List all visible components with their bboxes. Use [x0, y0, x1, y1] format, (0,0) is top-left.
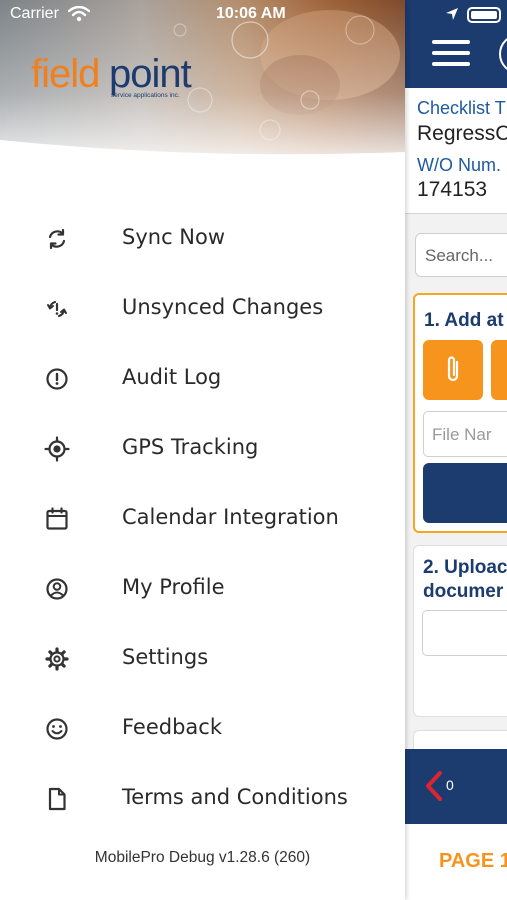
battery-icon — [467, 7, 501, 23]
app-footer: 0 — [405, 749, 507, 824]
checklist-label: Checklist T — [417, 98, 506, 118]
page-label[interactable]: PAGE 1 — [439, 850, 507, 873]
attach-photo-button[interactable] — [491, 340, 507, 400]
work-order-label: W/O Num. — [417, 155, 501, 175]
card-2-title: 2. Uploac documer — [423, 556, 507, 604]
upload-button[interactable] — [423, 463, 507, 523]
document-input[interactable] — [422, 610, 507, 656]
unsynced-icon — [47, 300, 67, 318]
work-order-value: 174153 — [417, 178, 488, 201]
menu-item-audit-log[interactable]: Audit Log — [0, 343, 405, 413]
menu-item-sync-now[interactable]: Sync Now — [0, 203, 405, 273]
menu-item-label: Settings — [122, 645, 209, 669]
status-bar: Carrier 10:06 AM — [8, 4, 308, 26]
checklist-value: RegressC — [417, 122, 507, 145]
carrier-label: Carrier — [10, 5, 59, 22]
card-2-title-line-2: documer — [423, 581, 504, 602]
header-action-button[interactable] — [499, 34, 507, 74]
calendar-icon — [46, 507, 68, 530]
logo-text-point: point — [109, 52, 192, 96]
menu-item-label: My Profile — [122, 575, 225, 599]
search-input[interactable]: Search... — [415, 233, 507, 277]
sync-icon — [48, 228, 66, 250]
menu-item-unsynced-changes[interactable]: Unsynced Changes — [0, 273, 405, 343]
menu-item-label: GPS Tracking — [122, 435, 259, 459]
navigation-drawer: Carrier 10:06 AM field point service app… — [0, 0, 405, 900]
document-icon — [48, 787, 66, 811]
back-count: 0 — [446, 777, 454, 793]
menu-icon[interactable] — [432, 40, 470, 68]
checklist-card-1: 1. Add at File Nar — [413, 293, 507, 533]
file-name-input[interactable]: File Nar — [423, 411, 507, 457]
drawer-header: Carrier 10:06 AM field point service app… — [0, 0, 405, 170]
app-version: MobilePro Debug v1.28.6 (260) — [94, 849, 311, 866]
chevron-left-icon[interactable] — [425, 771, 443, 801]
page-bar: PAGE 1 — [405, 824, 507, 900]
menu-item-calendar-integration[interactable]: Calendar Integration — [0, 483, 405, 553]
menu-item-label: Calendar Integration — [122, 505, 339, 529]
paperclip-icon — [447, 356, 459, 382]
menu-item-gps-tracking[interactable]: GPS Tracking — [0, 413, 405, 483]
clock: 10:06 AM — [216, 5, 286, 22]
menu-item-terms-and-conditions[interactable]: Terms and Conditions — [0, 763, 405, 833]
menu-item-my-profile[interactable]: My Profile — [0, 553, 405, 623]
location-arrow-icon — [446, 8, 458, 20]
logo-text-field: field — [31, 52, 100, 96]
menu-item-label: Terms and Conditions — [122, 785, 348, 809]
card-1-title: 1. Add at — [424, 310, 504, 331]
checklist-card-2: 2. Uploac documer — [413, 545, 507, 717]
attach-file-button[interactable] — [423, 340, 483, 400]
smiley-icon — [46, 718, 68, 740]
logo-tagline: service applications inc. — [111, 92, 180, 99]
app-header — [405, 0, 507, 88]
gear-icon — [45, 647, 69, 671]
gps-icon — [44, 436, 70, 462]
work-order-info: Checklist T RegressC W/O Num. 174153 — [405, 88, 507, 214]
fieldpoint-logo: field point service applications inc. — [31, 52, 211, 112]
main-app-view: Checklist T RegressC W/O Num. 174153 Sea… — [405, 0, 507, 900]
menu-item-label: Sync Now — [122, 225, 226, 249]
menu-item-label: Feedback — [122, 715, 223, 739]
menu-item-settings[interactable]: Settings — [0, 623, 405, 693]
menu-item-label: Audit Log — [122, 365, 222, 389]
status-bar-right — [405, 2, 507, 26]
menu-item-label: Unsynced Changes — [122, 295, 324, 319]
wifi-icon — [68, 6, 90, 22]
menu-item-feedback[interactable]: Feedback — [0, 693, 405, 763]
card-2-title-line-1: 2. Uploac — [423, 557, 507, 578]
profile-icon — [46, 578, 68, 600]
alert-circle-icon — [46, 368, 68, 390]
